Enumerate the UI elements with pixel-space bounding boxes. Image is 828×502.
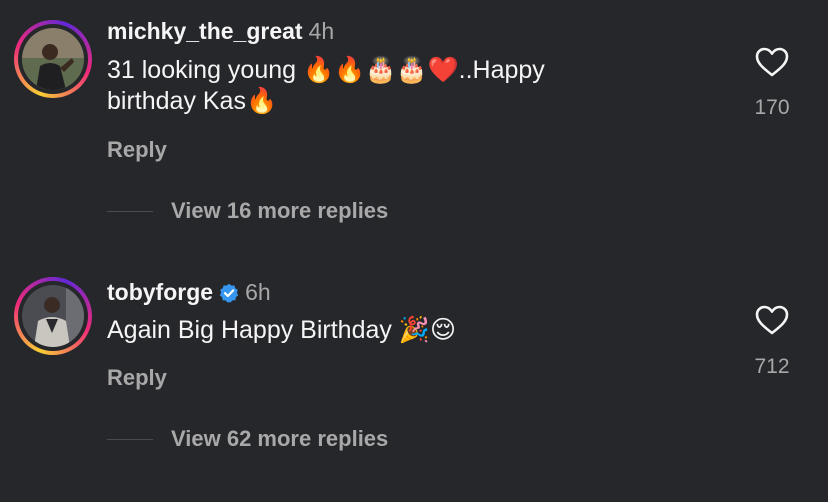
heart-icon[interactable] <box>754 304 790 336</box>
verified-badge-icon <box>219 283 239 303</box>
like-count: 712 <box>754 355 790 378</box>
view-replies-button[interactable]: View 16 more replies <box>171 198 388 224</box>
comment-text-line-1: 31 looking young 🔥🔥🎂🎂❤️..Happy <box>107 56 545 84</box>
avatar[interactable] <box>14 277 92 355</box>
reply-button[interactable]: Reply <box>107 137 167 163</box>
reply-button[interactable]: Reply <box>107 365 167 391</box>
like-count: 170 <box>754 96 790 119</box>
avatar[interactable] <box>14 20 92 98</box>
comment-text: 31 looking young 🔥🔥🎂🎂❤️..Happy birthday … <box>107 55 667 117</box>
heart-icon[interactable] <box>754 46 790 78</box>
comment-username[interactable]: michky_the_great 4h <box>107 18 334 45</box>
comment-text-line-2: birthday Kas🔥 <box>107 87 278 115</box>
view-replies-divider <box>107 211 153 212</box>
comment-time: 4h <box>308 18 335 44</box>
comment-text-line-1: Again Big Happy Birthday 🎉😌 <box>107 316 457 344</box>
comment-text: Again Big Happy Birthday 🎉😌 <box>107 315 667 346</box>
view-replies-button[interactable]: View 62 more replies <box>171 426 388 452</box>
comment-time: 6h <box>245 279 271 305</box>
view-replies-divider <box>107 439 153 440</box>
comment-username[interactable]: tobyforge 6h <box>107 279 271 306</box>
